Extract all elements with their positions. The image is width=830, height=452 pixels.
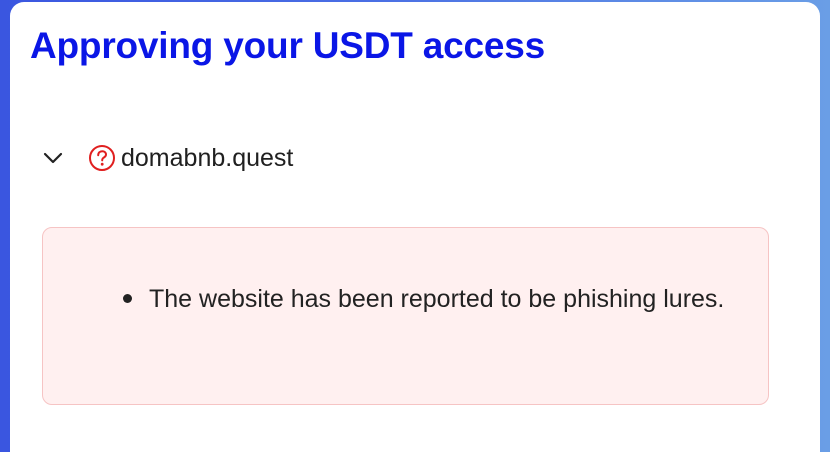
list-item: The website has been reported to be phis… — [123, 278, 763, 320]
phishing-warning-box: The website has been reported to be phis… — [42, 227, 769, 405]
page-title: Approving your USDT access — [30, 25, 545, 66]
chevron-down-icon[interactable] — [40, 145, 66, 171]
bullet-icon — [123, 294, 132, 303]
site-domain: domabnb.quest — [121, 144, 294, 172]
approval-dialog: Approving your USDT access domabnb.quest… — [10, 2, 820, 452]
warning-text: The website has been reported to be phis… — [149, 285, 725, 313]
question-circle-icon — [87, 143, 117, 173]
warning-list: The website has been reported to be phis… — [123, 278, 763, 320]
site-row: domabnb.quest — [40, 140, 293, 176]
